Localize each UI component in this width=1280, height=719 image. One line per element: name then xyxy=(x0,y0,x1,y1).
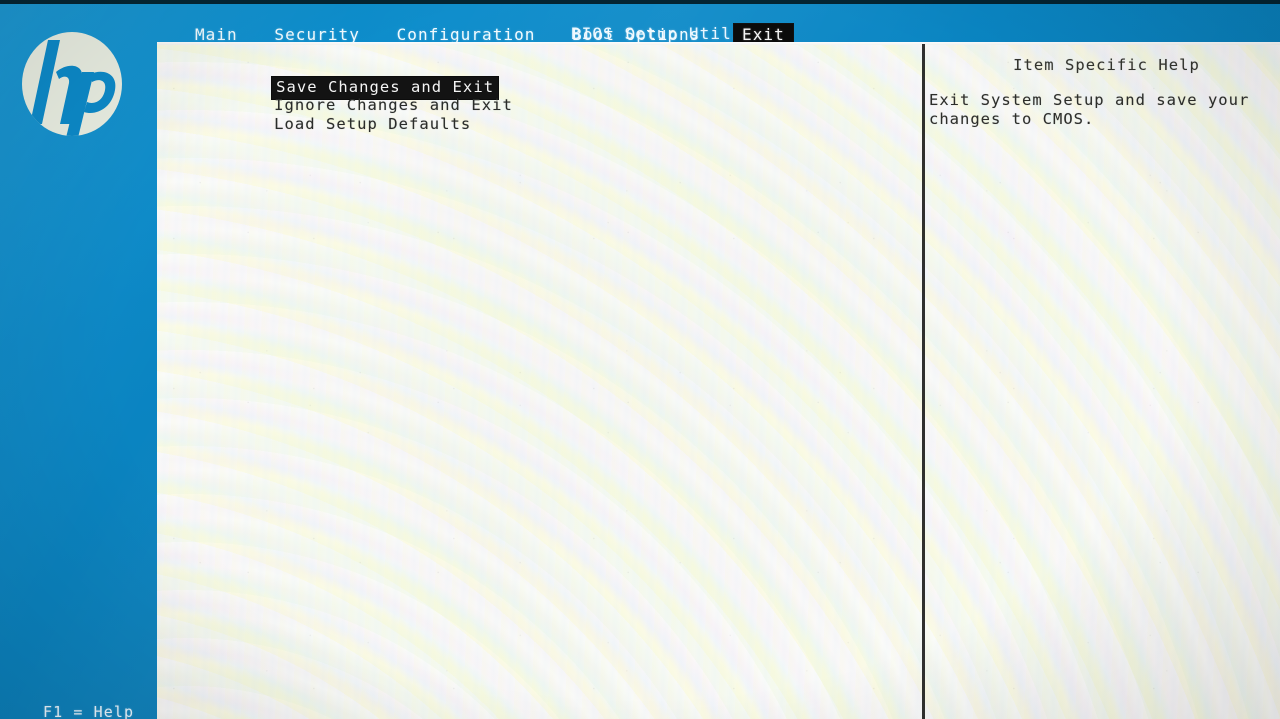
top-dark-band xyxy=(0,0,1280,4)
item-specific-help-panel: Item Specific Help Exit System Setup and… xyxy=(929,56,1274,129)
moire-arcs-secondary xyxy=(157,42,1280,719)
moire-arcs xyxy=(157,42,1280,719)
page-title: BIOS Setup Utility xyxy=(0,5,1280,43)
help-panel-body: Exit System Setup and save your changes … xyxy=(929,91,1260,128)
panel-divider xyxy=(922,44,925,719)
exit-options-list: Save Changes and Exit Ignore Changes and… xyxy=(189,58,889,133)
bios-setup-screen: BIOS Setup Utility Main Security Configu… xyxy=(0,0,1280,719)
panel-wash xyxy=(157,42,1280,719)
panel-top-edge xyxy=(157,42,1280,45)
option-load-setup-defaults[interactable]: Load Setup Defaults xyxy=(189,96,889,133)
footer-help-hint: F1 = Help xyxy=(43,703,135,719)
option-ignore-changes-and-exit[interactable]: Ignore Changes and Exit xyxy=(189,77,889,114)
option-label: Load Setup Defaults xyxy=(274,115,472,133)
content-panel: Save Changes and Exit Ignore Changes and… xyxy=(157,42,1280,719)
hp-logo xyxy=(20,28,124,140)
sensor-noise xyxy=(157,42,1280,719)
moire-scanlines xyxy=(157,42,1280,719)
option-save-changes-and-exit[interactable]: Save Changes and Exit xyxy=(189,58,889,99)
menu-bar: Main Security Configuration Boot Options… xyxy=(0,24,1280,45)
help-panel-title: Item Specific Help xyxy=(1013,56,1200,74)
